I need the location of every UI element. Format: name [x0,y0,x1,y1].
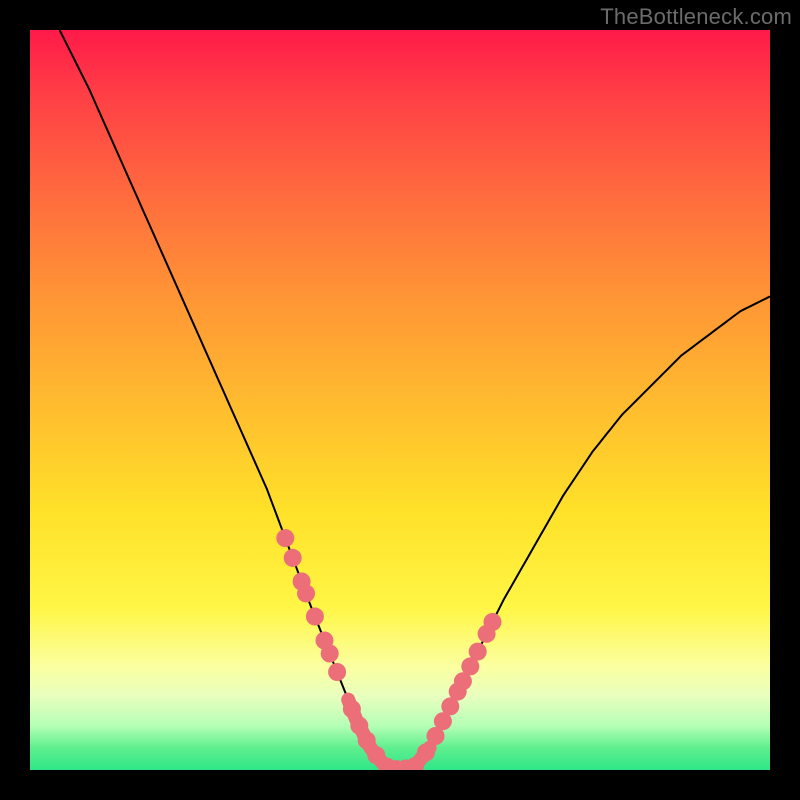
curve-marker-dot [328,663,346,681]
gradient-plot-area [30,30,770,770]
bottleneck-curve [60,30,770,770]
curve-marker-dot [343,700,361,718]
chart-frame: TheBottleneck.com [0,0,800,800]
curve-marker-dot [284,549,302,567]
curve-marker-dot [276,529,294,547]
curve-svg [30,30,770,770]
curve-markers [276,529,501,770]
curve-marker-dot [297,584,315,602]
curve-marker-dot [469,643,487,661]
curve-marker-dot [358,731,376,749]
curve-marker-dot [306,608,324,626]
curve-marker-dot [484,613,502,631]
watermark-label: TheBottleneck.com [600,4,792,30]
curve-marker-dot [417,743,435,761]
curve-marker-dot [321,645,339,663]
